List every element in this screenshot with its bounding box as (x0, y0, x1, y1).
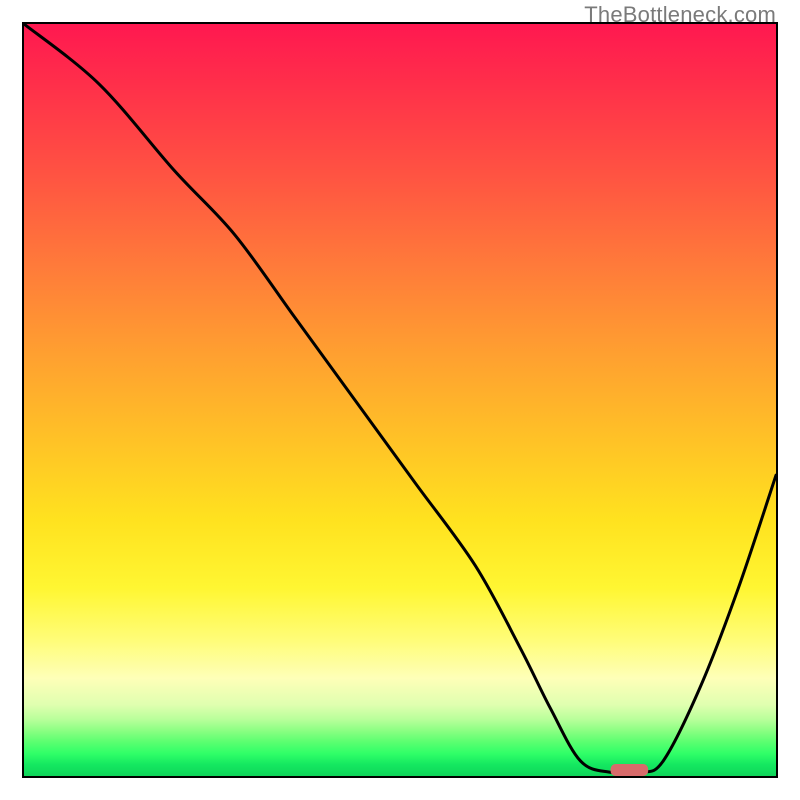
optimal-marker (611, 764, 649, 776)
bottleneck-curve-line (24, 24, 776, 774)
chart-svg (24, 24, 776, 776)
chart-container (22, 22, 778, 778)
